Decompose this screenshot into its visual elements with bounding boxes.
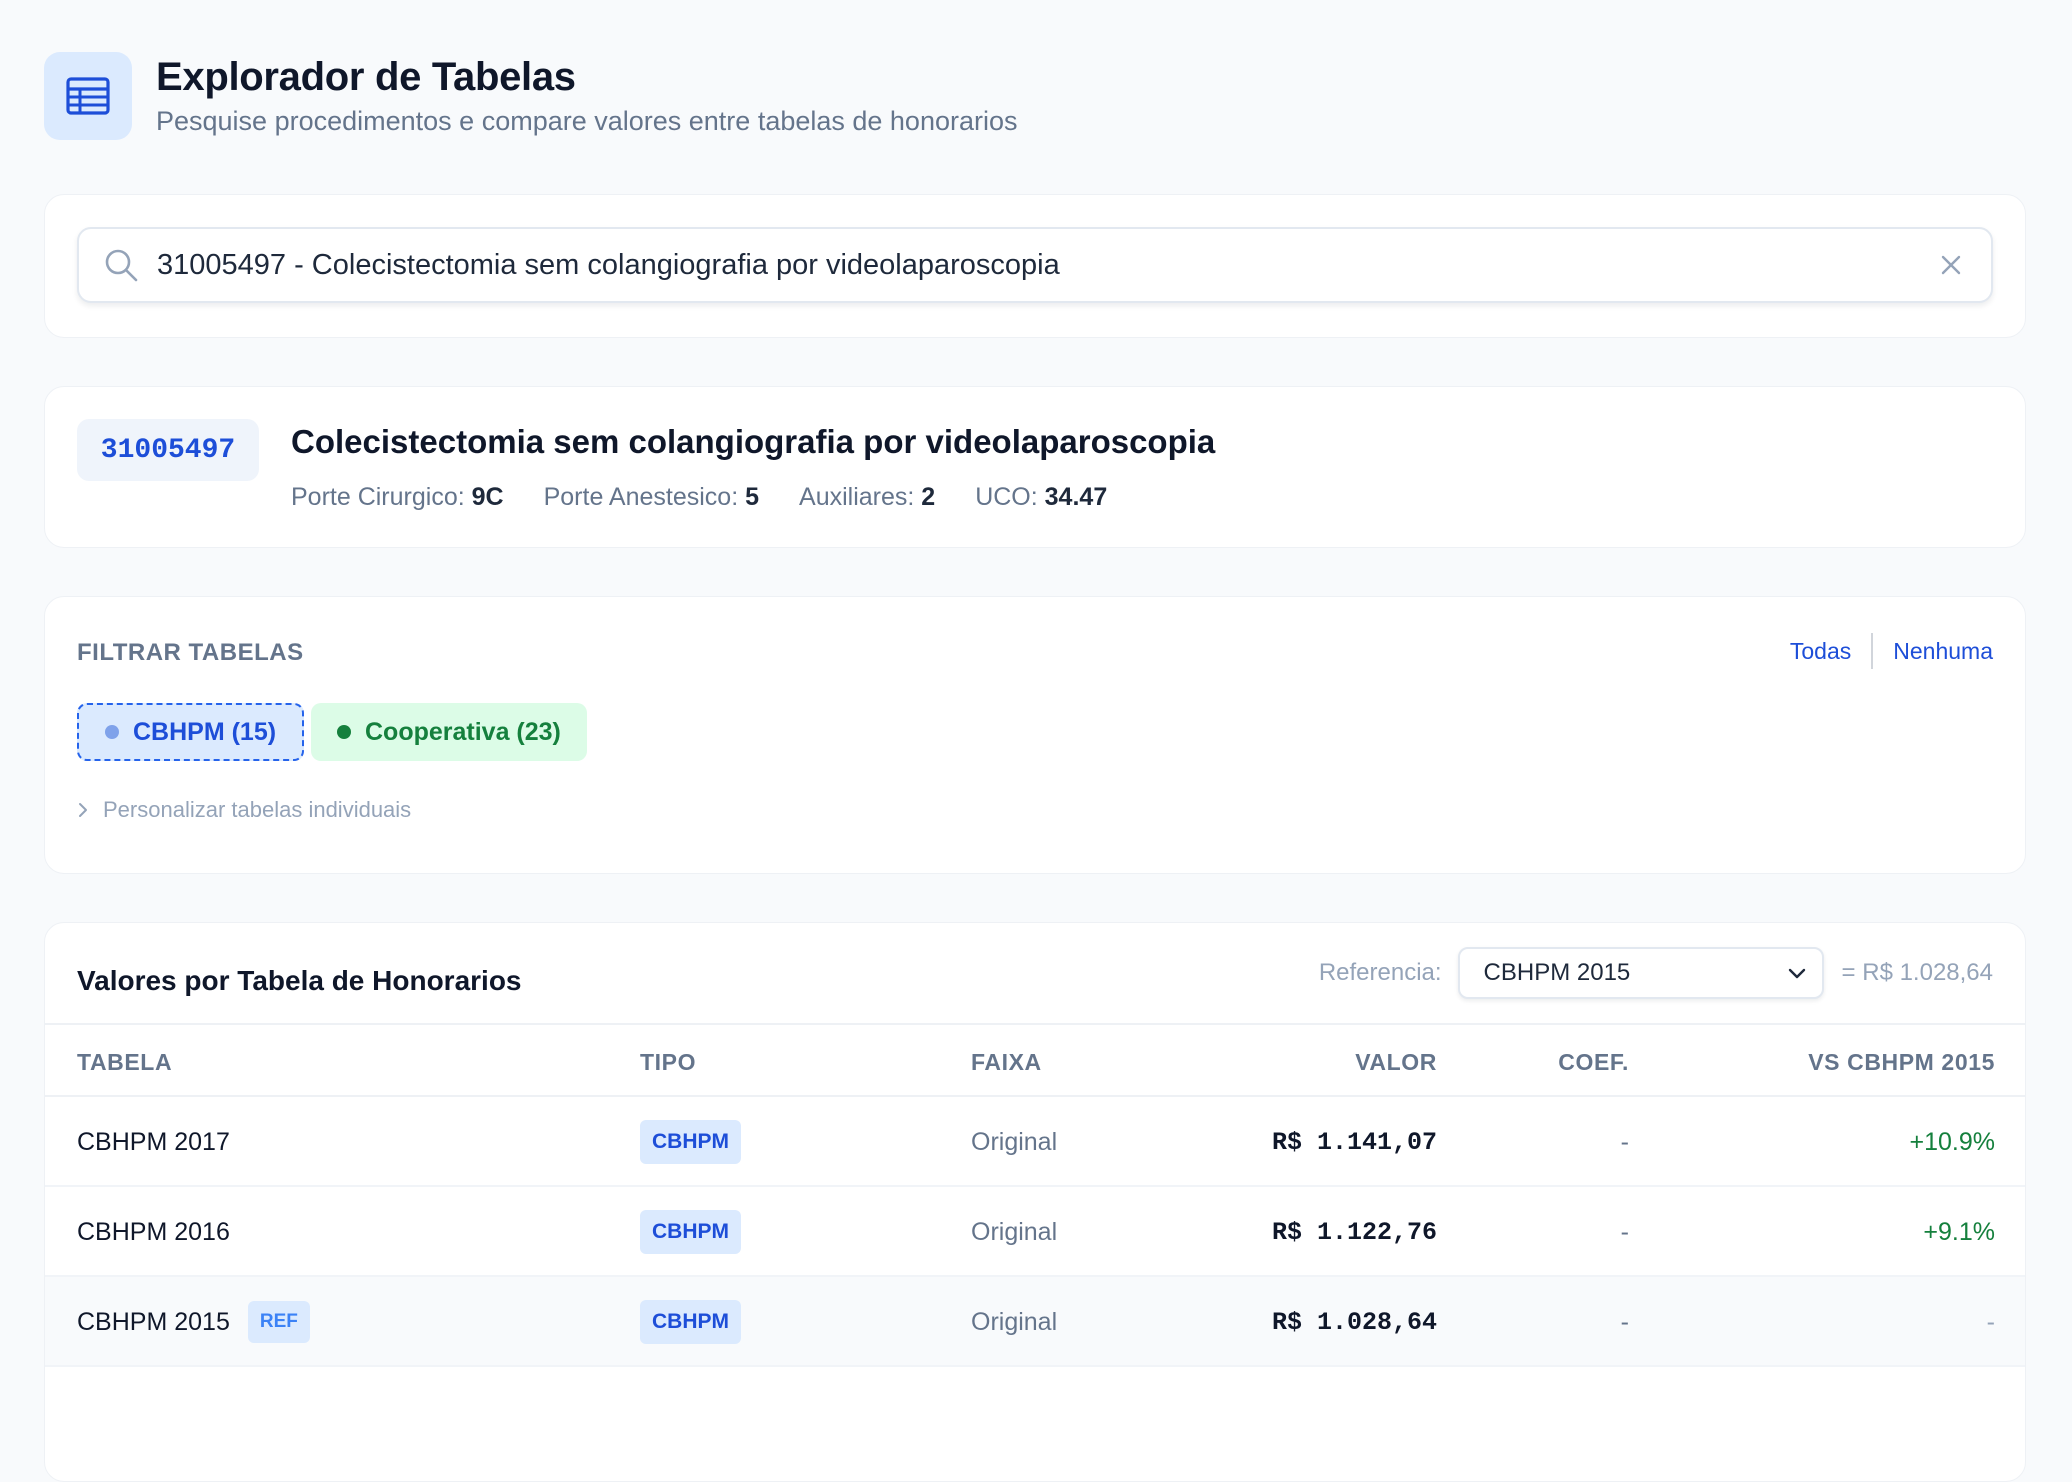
- cell-valor: R$ 1.028,64: [1271, 1307, 1437, 1337]
- cell-faixa: Original: [971, 1217, 1058, 1246]
- reference-label: Referencia:: [1318, 959, 1442, 986]
- procedure-code: 31005497: [77, 419, 259, 481]
- filter-card: FILTRAR TABELAS Todas Nenhuma CBHPM (15)…: [44, 596, 2026, 874]
- cell-valor: R$ 1.141,07: [1271, 1127, 1437, 1157]
- page-subtitle: Pesquise procedimentos e compare valores…: [156, 106, 1018, 136]
- procedure-name: Colecistectomia sem colangiografia por v…: [291, 423, 1216, 460]
- cell-faixa: Original: [971, 1127, 1058, 1156]
- table-row[interactable]: CBHPM 2016 CBHPM Original R$ 1.122,76 - …: [45, 1187, 2025, 1277]
- cell-tabela: CBHPM 2017: [77, 1127, 230, 1156]
- table-title: Valores por Tabela de Honorarios: [77, 965, 522, 996]
- column-header-coef[interactable]: COEF.: [1558, 1049, 1629, 1076]
- personalize-toggle[interactable]: Personalizar tabelas individuais: [77, 797, 411, 823]
- cell-vs: +9.1%: [1923, 1217, 1995, 1246]
- cell-vs: -: [1986, 1307, 1995, 1336]
- porte-anestesico: Porte Anestesico: 5: [543, 483, 760, 511]
- tipo-badge: CBHPM: [640, 1210, 741, 1254]
- cell-coef: -: [1620, 1217, 1629, 1246]
- dot-icon: [337, 725, 351, 739]
- column-header-faixa[interactable]: FAIXA: [971, 1049, 1042, 1076]
- procedure-card: 31005497 Colecistectomia sem colangiogra…: [44, 386, 2026, 548]
- dot-icon: [105, 725, 119, 739]
- filter-chip-cbhpm[interactable]: CBHPM (15): [77, 703, 305, 761]
- cell-tipo: CBHPM: [640, 1097, 741, 1187]
- cell-faixa: Original: [971, 1307, 1058, 1336]
- cell-tipo: CBHPM: [640, 1187, 741, 1277]
- table-row-reference[interactable]: CBHPM 2015 REF CBHPM Original R$ 1.028,6…: [45, 1277, 2025, 1367]
- table-row[interactable]: CBHPM 2017 CBHPM Original R$ 1.141,07 - …: [45, 1097, 2025, 1187]
- cell-coef: -: [1620, 1307, 1629, 1336]
- column-header-valor[interactable]: VALOR: [1355, 1049, 1437, 1076]
- cell-tabela: CBHPM 2015 REF: [77, 1277, 310, 1367]
- select-all-link[interactable]: Todas: [1790, 638, 1851, 665]
- chip-label: Cooperativa (23): [365, 717, 561, 746]
- tipo-badge: CBHPM: [640, 1300, 741, 1344]
- values-table-card: Valores por Tabela de Honorarios Referen…: [44, 922, 2026, 1482]
- column-header-tabela[interactable]: TABELA: [77, 1049, 172, 1076]
- column-header-vs[interactable]: VS CBHPM 2015: [1808, 1049, 1995, 1076]
- porte-cirurgico: Porte Cirurgico: 9C: [291, 483, 504, 511]
- cell-tabela: CBHPM 2016: [77, 1217, 230, 1246]
- column-header-tipo[interactable]: TIPO: [640, 1049, 696, 1076]
- page: Explorador de Tabelas Pesquise procedime…: [44, 52, 2026, 1482]
- select-none-link[interactable]: Nenhuma: [1893, 638, 1993, 665]
- cell-tipo: CBHPM: [640, 1277, 741, 1367]
- search-box[interactable]: [77, 227, 1993, 303]
- search-icon: [105, 249, 138, 282]
- cell-vs: +10.9%: [1909, 1127, 1996, 1156]
- uco: UCO: 34.47: [975, 483, 1108, 511]
- cell-coef: -: [1620, 1127, 1629, 1156]
- chevron-right-icon: [79, 803, 87, 817]
- table-icon: [44, 52, 132, 140]
- reference-value: = R$ 1.028,64: [1841, 959, 1993, 986]
- cell-valor: R$ 1.122,76: [1271, 1217, 1437, 1247]
- chip-label: CBHPM (15): [133, 717, 277, 746]
- tipo-badge: CBHPM: [640, 1120, 741, 1164]
- chevron-down-icon: [1788, 968, 1805, 979]
- auxiliares: Auxiliares: 2: [799, 483, 936, 511]
- filter-chip-cooperativa[interactable]: Cooperativa (23): [311, 703, 587, 761]
- table-header: TABELA TIPO FAIXA VALOR COEF. VS CBHPM 2…: [45, 1023, 2025, 1097]
- close-icon[interactable]: [1937, 251, 1965, 279]
- ref-badge: REF: [247, 1301, 310, 1343]
- reference-selected: CBHPM 2015: [1483, 959, 1631, 986]
- reference-select[interactable]: CBHPM 2015: [1457, 947, 1824, 999]
- procedure-meta: Porte Cirurgico: 9C Porte Anestesico: 5 …: [291, 483, 1147, 512]
- search-input[interactable]: [157, 248, 1937, 282]
- page-header: Explorador de Tabelas Pesquise procedime…: [44, 52, 2026, 140]
- page-title: Explorador de Tabelas: [156, 55, 576, 99]
- filter-actions: Todas Nenhuma: [1790, 633, 1993, 669]
- personalize-label: Personalizar tabelas individuais: [103, 797, 412, 822]
- search-card: [44, 194, 2026, 338]
- reference-control: Referencia: CBHPM 2015 = R$ 1.028,64: [1319, 947, 1993, 999]
- filter-label: FILTRAR TABELAS: [77, 639, 304, 666]
- divider: [1871, 633, 1874, 669]
